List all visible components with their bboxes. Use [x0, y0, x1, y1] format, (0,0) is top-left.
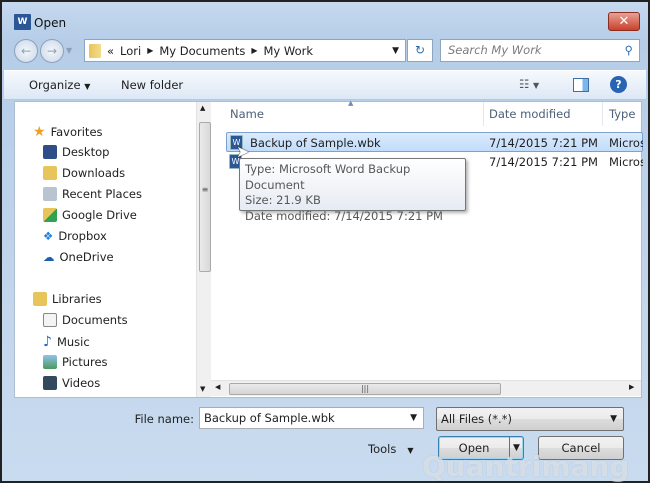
help-icon[interactable]: ? — [610, 76, 627, 93]
music-icon: ♪ — [43, 334, 52, 350]
file-row[interactable]: W Backup of Sample.wbk 7/14/2015 7:21 PM… — [226, 132, 643, 152]
scroll-left-arrow[interactable]: ◀ — [215, 383, 220, 391]
recent-locations-dropdown[interactable]: ▼ — [66, 46, 72, 55]
file-date: 7/14/2015 7:21 PM — [489, 155, 598, 169]
file-type: Micros — [609, 155, 643, 169]
scroll-up-arrow[interactable]: ▲ — [200, 104, 205, 112]
dropbox-icon: ❖ — [43, 229, 54, 243]
breadcrumb-lori[interactable]: Lori — [120, 44, 141, 58]
file-tooltip: Type: Microsoft Word Backup Document Siz… — [239, 158, 466, 223]
nav-scrollbar[interactable]: ▲ ≡ ▼ — [196, 102, 211, 397]
navigation-pane: ★ Favorites Desktop Downloads Recent Plac… — [15, 102, 197, 397]
nav-downloads[interactable]: Downloads — [43, 166, 125, 180]
horizontal-scrollbar-thumb[interactable]: ||| — [229, 383, 501, 395]
tooltip-date-modified: Date modified: 7/14/2015 7:21 PM — [245, 208, 443, 223]
documents-icon — [43, 313, 57, 327]
filter-dropdown-icon[interactable]: ▼ — [610, 408, 617, 430]
toolbar: Organize ▼ New folder ☷ ▼ ? — [4, 70, 646, 100]
column-header-date-modified[interactable]: Date modified — [489, 102, 571, 126]
recent-places-icon — [43, 187, 57, 201]
mouse-cursor-icon: ➤ — [236, 142, 250, 161]
nav-desktop[interactable]: Desktop — [43, 145, 109, 159]
nav-libraries[interactable]: Libraries — [33, 292, 102, 306]
breadcrumb-my-work[interactable]: My Work — [263, 44, 313, 58]
content-area: ★ Favorites Desktop Downloads Recent Plac… — [14, 99, 643, 398]
view-options-icon[interactable]: ☷ ▼ — [519, 77, 539, 91]
file-type-filter-select[interactable]: All Files (*.*) ▼ — [436, 407, 624, 431]
nav-dropbox[interactable]: ❖ Dropbox — [43, 229, 107, 243]
file-name-input[interactable]: Backup of Sample.wbk ▼ — [199, 407, 424, 429]
breadcrumb-my-documents[interactable]: My Documents — [159, 44, 245, 58]
back-button[interactable]: ← — [14, 39, 38, 63]
chevron-right-icon[interactable]: ▶ — [251, 46, 257, 55]
close-button[interactable]: ✕ — [608, 12, 640, 31]
sort-ascending-icon: ▲ — [348, 99, 354, 107]
column-header-name[interactable]: Name — [230, 102, 264, 126]
videos-icon — [43, 376, 57, 390]
pictures-icon — [43, 355, 57, 369]
onedrive-icon: ☁ — [43, 250, 55, 264]
nav-documents[interactable]: Documents — [43, 313, 128, 327]
folder-icon — [89, 43, 101, 58]
file-date: 7/14/2015 7:21 PM — [489, 136, 598, 150]
nav-music[interactable]: ♪ Music — [43, 334, 90, 350]
nav-onedrive[interactable]: ☁ OneDrive — [43, 250, 114, 264]
nav-videos[interactable]: Videos — [43, 376, 100, 390]
new-folder-button[interactable]: New folder — [121, 78, 183, 92]
forward-button[interactable]: → — [40, 39, 64, 63]
file-name-dropdown-icon[interactable]: ▼ — [410, 408, 417, 428]
column-header-type[interactable]: Type — [609, 102, 635, 126]
search-input[interactable]: Search My Work ⚲ — [440, 39, 640, 62]
address-bar[interactable]: « Lori ▶ My Documents ▶ My Work ▼ — [84, 39, 406, 62]
watermark: Quantrimang — [422, 450, 630, 483]
scroll-right-arrow[interactable]: ▶ — [629, 383, 634, 391]
file-name: Backup of Sample.wbk — [250, 136, 381, 150]
address-dropdown-icon[interactable]: ▼ — [392, 46, 399, 56]
nav-scrollbar-thumb[interactable]: ≡ — [199, 122, 211, 272]
file-name-label: File name: — [134, 412, 194, 426]
window-title: Open — [34, 16, 67, 30]
preview-pane-icon[interactable] — [573, 78, 589, 92]
nav-google-drive[interactable]: Google Drive — [43, 208, 137, 222]
word-app-icon: W — [14, 14, 31, 30]
nav-recent-places[interactable]: Recent Places — [43, 187, 142, 201]
chevron-right-icon[interactable]: ▶ — [147, 46, 153, 55]
nav-favorites[interactable]: ★ Favorites — [33, 124, 103, 140]
tooltip-type: Type: Microsoft Word Backup Document — [245, 162, 411, 192]
column-divider[interactable] — [483, 102, 484, 126]
open-dialog: W Open ✕ ← → ▼ « Lori ▶ My Documents ▶ My … — [0, 0, 650, 483]
column-divider[interactable] — [602, 102, 603, 126]
tools-button[interactable]: Tools ▼ — [368, 442, 413, 456]
star-icon: ★ — [33, 124, 46, 140]
breadcrumb-overflow[interactable]: « — [107, 44, 114, 58]
libraries-icon — [33, 292, 47, 306]
desktop-icon — [43, 145, 57, 159]
google-drive-icon — [43, 208, 57, 222]
horizontal-scrollbar[interactable]: ◀ ||| ▶ — [211, 380, 641, 396]
organize-button[interactable]: Organize ▼ — [29, 78, 90, 92]
file-type: Micros — [609, 136, 643, 150]
search-icon[interactable]: ⚲ — [625, 43, 633, 57]
downloads-folder-icon — [43, 166, 57, 180]
nav-pictures[interactable]: Pictures — [43, 355, 108, 369]
tooltip-size: Size: 21.9 KB — [245, 193, 321, 207]
search-placeholder: Search My Work — [448, 43, 542, 57]
refresh-button[interactable]: ↻ — [407, 39, 433, 62]
scroll-down-arrow[interactable]: ▼ — [200, 385, 205, 393]
